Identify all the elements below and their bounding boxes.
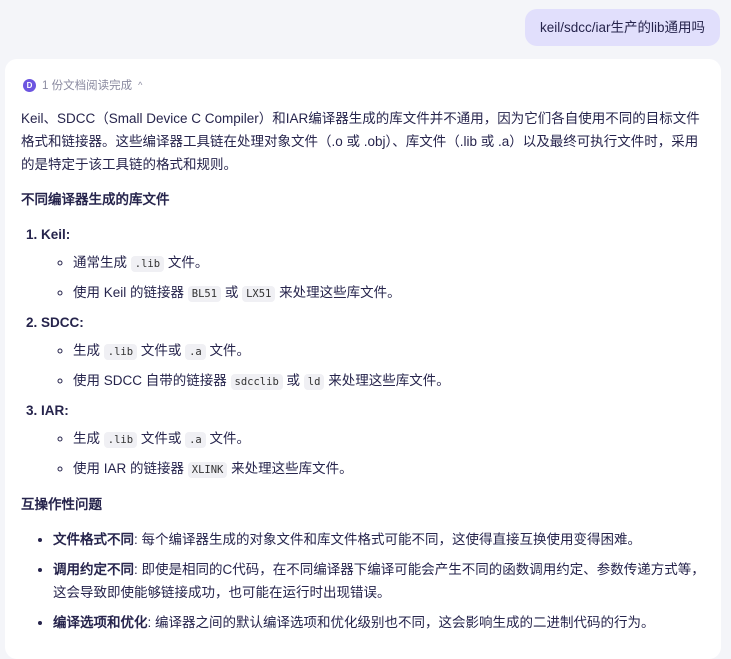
code-span: .lib bbox=[130, 256, 165, 272]
section-heading: 不同编译器生成的库文件 bbox=[21, 192, 170, 207]
compiler-name: SDCC: bbox=[41, 315, 84, 330]
list-item: 使用 IAR 的链接器 XLINK 来处理这些库文件。 bbox=[73, 458, 711, 481]
compiler-item: IAR: 生成 .lib 文件或 .a 文件。 使用 IAR 的链接器 XLIN… bbox=[41, 400, 711, 481]
list-item: 生成 .lib 文件或 .a 文件。 bbox=[73, 340, 711, 363]
code-span: ld bbox=[303, 374, 325, 390]
compiler-item: SDCC: 生成 .lib 文件或 .a 文件。 使用 SDCC 自带的链接器 … bbox=[41, 312, 711, 393]
code-span: LX51 bbox=[242, 286, 276, 302]
list-item: 通常生成 .lib 文件。 bbox=[73, 252, 711, 275]
list-item: 文件格式不同: 每个编译器生成的对象文件和库文件格式可能不同，这使得直接互换使用… bbox=[53, 528, 711, 551]
list-item: 使用 Keil 的链接器 BL51 或 LX51 来处理这些库文件。 bbox=[73, 282, 711, 305]
list-item: 使用 SDCC 自带的链接器 sdcclib 或 ld 来处理这些库文件。 bbox=[73, 370, 711, 393]
docs-read-toggle[interactable]: D 1 份文档阅读完成 ^ bbox=[23, 77, 142, 93]
list-item: 编译选项和优化: 编译器之间的默认编译选项和优化级别也不同，这会影响生成的二进制… bbox=[53, 611, 711, 634]
user-message-bubble: keil/sdcc/iar生产的lib通用吗 bbox=[524, 9, 720, 46]
code-span: .a bbox=[185, 432, 206, 448]
code-span: .lib bbox=[103, 432, 138, 448]
chevron-up-icon[interactable]: ^ bbox=[138, 80, 142, 90]
list-item: 调用约定不同: 即使是相同的C代码，在不同编译器下编译可能会产生不同的函数调用约… bbox=[53, 558, 711, 604]
compiler-item: Keil: 通常生成 .lib 文件。 使用 Keil 的链接器 BL51 或 … bbox=[41, 224, 711, 305]
assistant-response-card: D 1 份文档阅读完成 ^ Keil、SDCC（Small Device C C… bbox=[5, 59, 721, 659]
compiler-name: IAR: bbox=[41, 403, 69, 418]
code-span: sdcclib bbox=[230, 374, 283, 390]
compiler-name: Keil: bbox=[41, 227, 71, 242]
section-heading: 互操作性问题 bbox=[21, 497, 102, 512]
document-icon: D bbox=[23, 78, 36, 92]
compiler-list: Keil: 通常生成 .lib 文件。 使用 Keil 的链接器 BL51 或 … bbox=[21, 224, 711, 481]
code-span: .lib bbox=[103, 344, 138, 360]
list-item: 生成 .lib 文件或 .a 文件。 bbox=[73, 428, 711, 451]
docs-status-label: 1 份文档阅读完成 bbox=[42, 80, 133, 92]
code-span: .a bbox=[185, 344, 206, 360]
issues-list: 文件格式不同: 每个编译器生成的对象文件和库文件格式可能不同，这使得直接互换使用… bbox=[21, 528, 711, 634]
intro-paragraph: Keil、SDCC（Small Device C Compiler）和IAR编译… bbox=[21, 111, 700, 172]
code-span: BL51 bbox=[187, 286, 222, 302]
code-span: XLINK bbox=[187, 462, 228, 478]
